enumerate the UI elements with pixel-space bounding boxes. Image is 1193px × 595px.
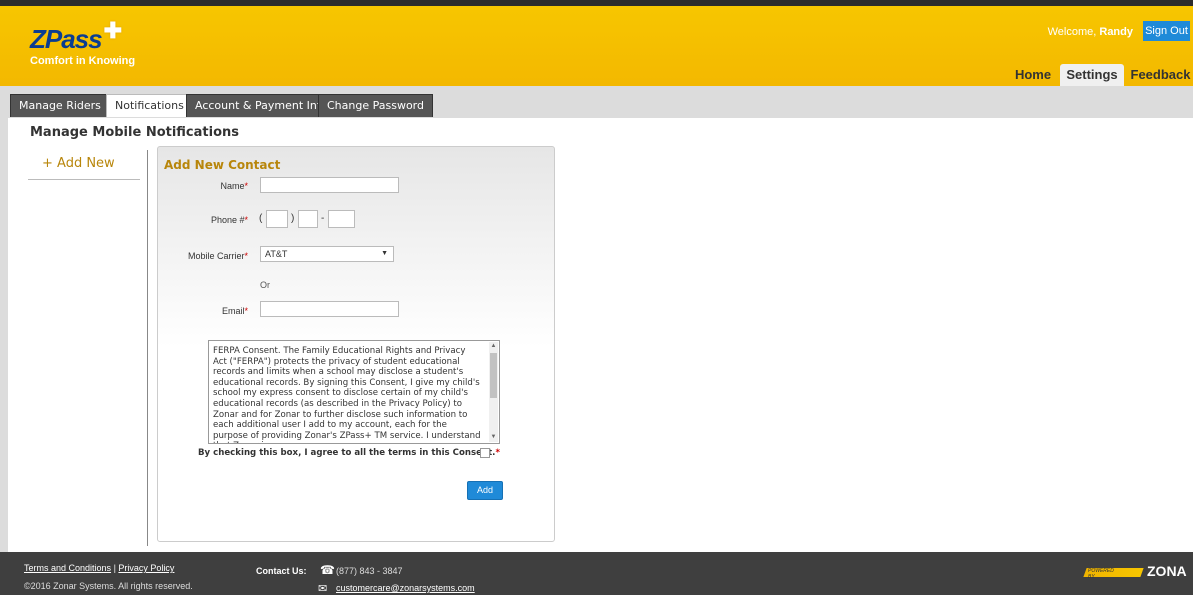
carrier-select[interactable]: AT&T ▼ xyxy=(260,246,394,262)
consent-checkbox[interactable] xyxy=(480,448,490,458)
phone-label: Phone #* xyxy=(210,215,248,225)
consent-textarea[interactable]: FERPA Consent. The Family Educational Ri… xyxy=(208,340,500,444)
nav-home[interactable]: Home xyxy=(1008,64,1058,86)
chevron-down-icon: ▼ xyxy=(381,250,388,257)
email-input[interactable] xyxy=(260,301,399,317)
phone-dash: - xyxy=(321,213,325,224)
nav-feedback[interactable]: Feedback xyxy=(1128,64,1193,86)
carrier-value: AT&T xyxy=(265,249,288,259)
scroll-down-icon[interactable]: ▼ xyxy=(489,433,498,442)
page-title: Manage Mobile Notifications xyxy=(30,125,240,140)
scroll-up-icon[interactable]: ▲ xyxy=(489,342,498,351)
brand-name: ZPass xyxy=(30,24,103,54)
add-button[interactable]: Add xyxy=(467,481,503,500)
privacy-link[interactable]: Privacy Policy xyxy=(118,563,174,573)
name-label: Name* xyxy=(220,181,248,191)
copyright: ©2016 Zonar Systems. All rights reserved… xyxy=(24,581,193,591)
sign-out-button[interactable]: Sign Out xyxy=(1143,21,1190,41)
welcome-prefix: Welcome, xyxy=(1047,26,1097,38)
email-label: Email* xyxy=(221,306,248,316)
mail-icon: ✉ xyxy=(318,583,328,595)
form-title: Add New Contact xyxy=(164,158,281,172)
zonar-logo-text: ZONA xyxy=(1147,563,1187,579)
welcome-message: Welcome, Randy xyxy=(1048,26,1133,38)
footer: Terms and Conditions | Privacy Policy ©2… xyxy=(0,552,1193,595)
phone-open-paren: ( xyxy=(259,213,263,224)
brand-logo[interactable]: ZPass✚ xyxy=(30,18,122,55)
contact-email-link[interactable]: customercare@zonarsystems.com xyxy=(336,583,475,593)
tab-account-payment[interactable]: Account & Payment Info xyxy=(186,94,337,117)
footer-links: Terms and Conditions | Privacy Policy xyxy=(24,563,174,573)
name-input[interactable] xyxy=(260,177,399,193)
user-name: Randy xyxy=(1099,26,1133,38)
or-separator: Or xyxy=(260,280,270,290)
scroll-thumb[interactable] xyxy=(490,353,497,398)
divider xyxy=(28,179,140,180)
brand-tagline: Comfort in Knowing xyxy=(30,55,136,67)
terms-link[interactable]: Terms and Conditions xyxy=(24,563,111,573)
tab-change-password[interactable]: Change Password xyxy=(318,94,433,117)
footer-separator: | xyxy=(113,563,116,573)
consent-scrollbar[interactable]: ▲ ▼ xyxy=(489,342,498,442)
tab-manage-riders[interactable]: Manage Riders xyxy=(10,94,110,117)
consent-text: FERPA Consent. The Family Educational Ri… xyxy=(213,346,481,443)
phone-area-input[interactable] xyxy=(266,210,288,228)
consent-agree-label: By checking this box, I agree to all the… xyxy=(198,448,500,458)
phone-close-paren: ) xyxy=(291,213,295,224)
contact-phone: (877) 843 - 3847 xyxy=(336,566,403,576)
nav-settings[interactable]: Settings xyxy=(1060,64,1124,86)
phone-line-input[interactable] xyxy=(328,210,355,228)
tab-notifications[interactable]: Notifications xyxy=(106,94,193,117)
phone-prefix-input[interactable] xyxy=(298,210,318,228)
plus-icon: ✚ xyxy=(103,18,123,43)
carrier-label: Mobile Carrier* xyxy=(187,251,248,261)
phone-icon: ☎ xyxy=(320,563,335,577)
contact-label: Contact Us: xyxy=(256,566,307,576)
powered-by-text: POWERED BY xyxy=(1088,568,1114,580)
vertical-divider xyxy=(147,150,148,546)
add-new-link[interactable]: + Add New xyxy=(42,156,115,171)
